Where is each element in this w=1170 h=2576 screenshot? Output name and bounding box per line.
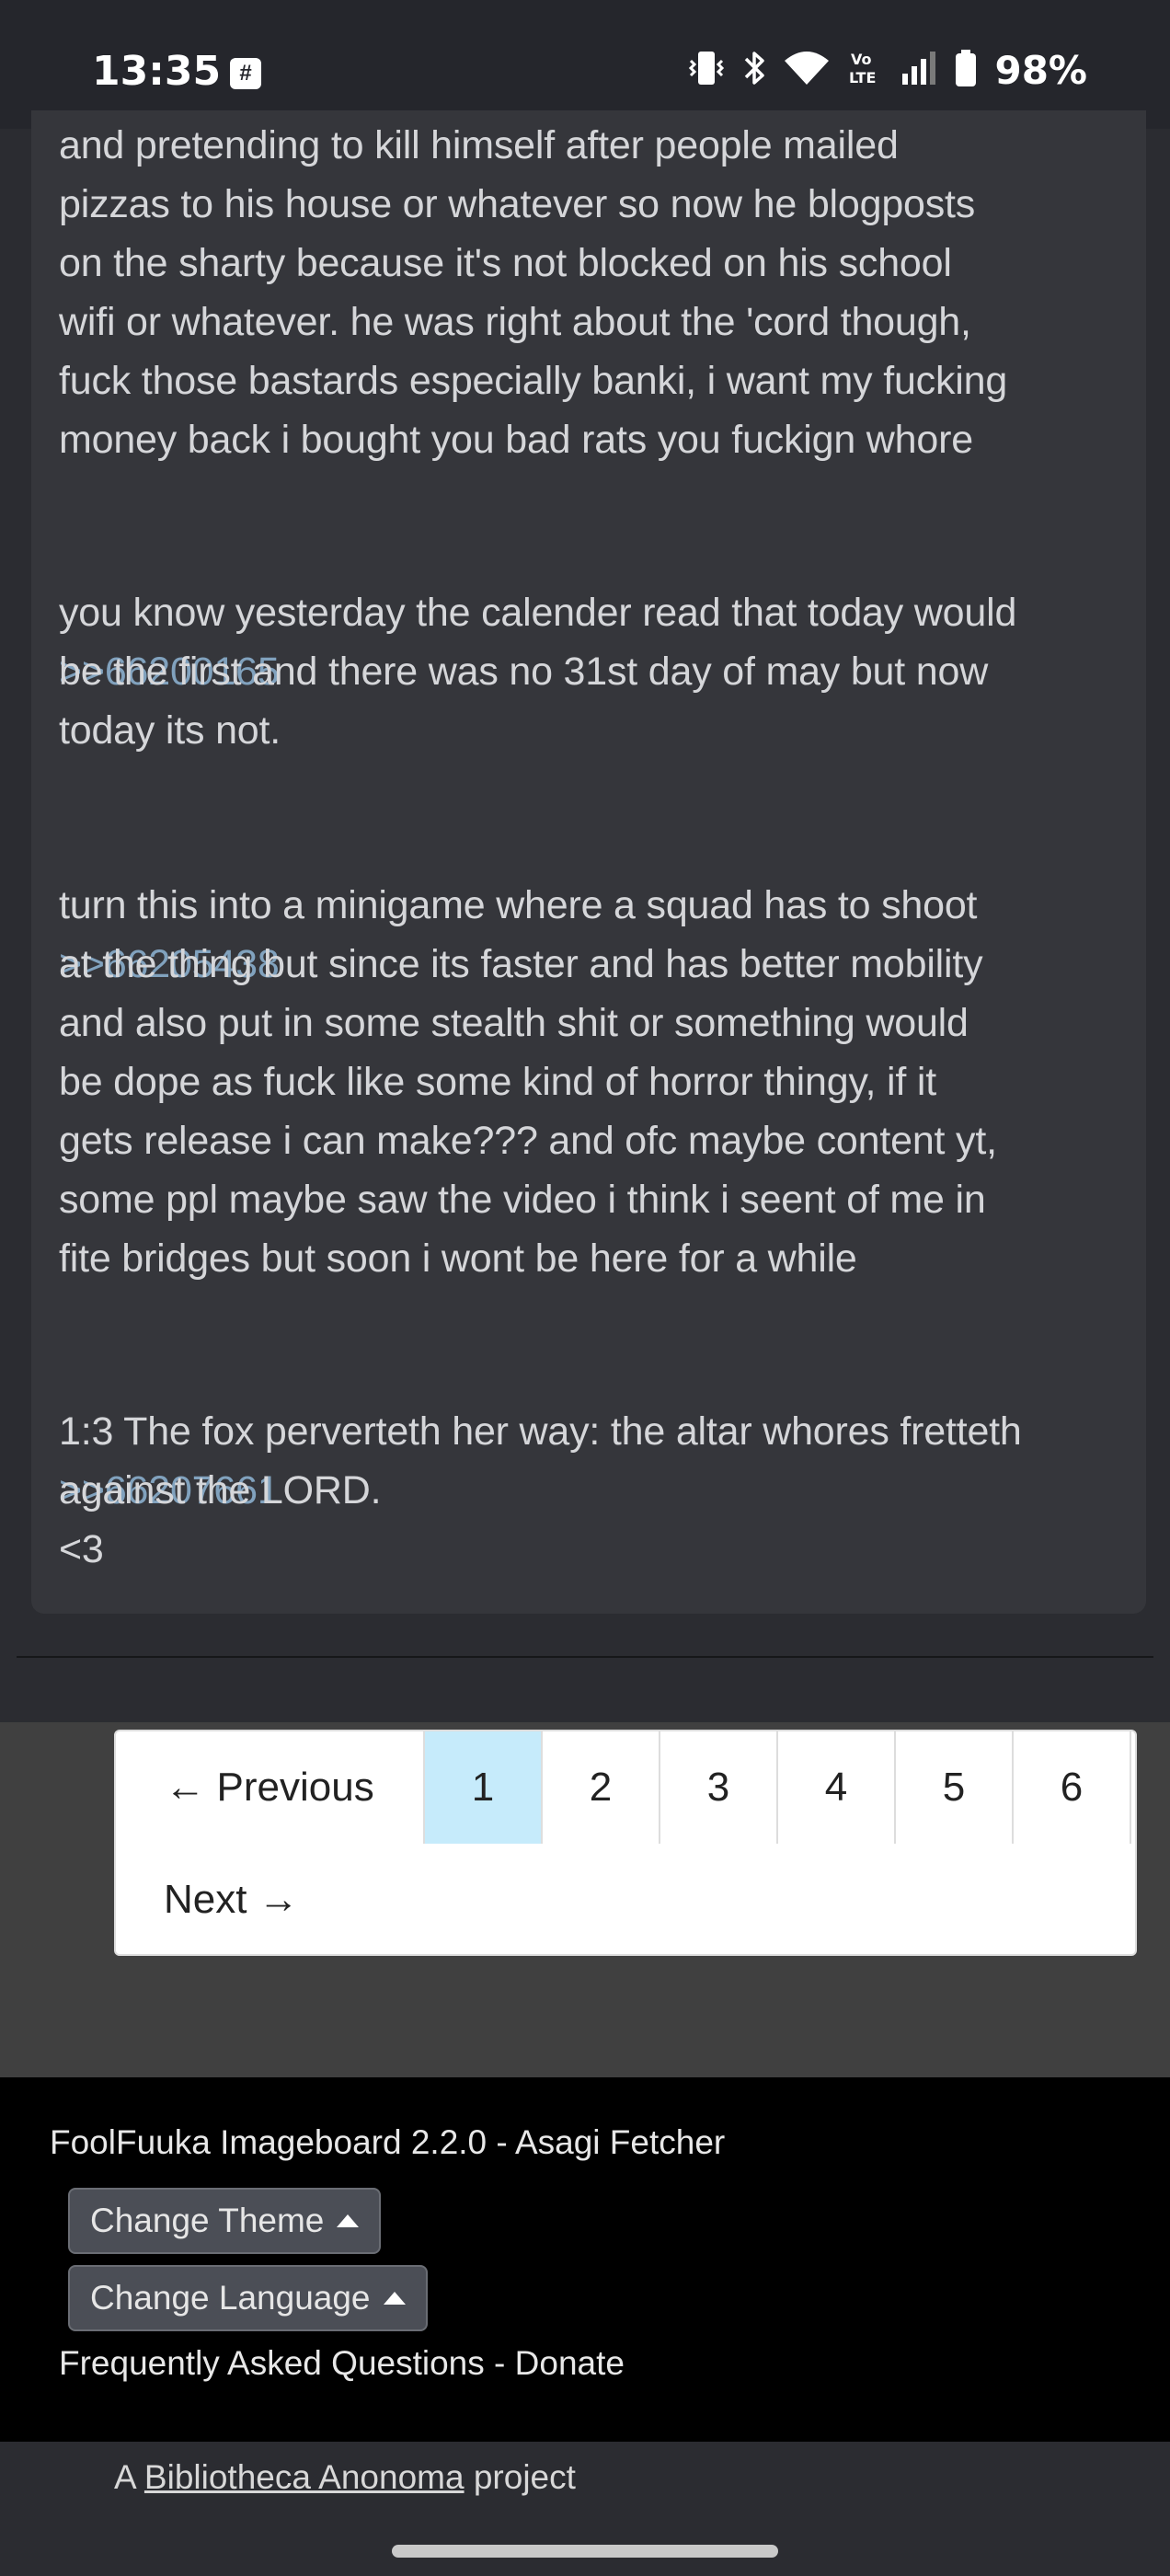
footer-separator: - xyxy=(484,2344,515,2382)
page-5-button[interactable]: 5 xyxy=(896,1731,1014,1844)
page-6-button[interactable]: 6 xyxy=(1014,1731,1131,1844)
battery-icon xyxy=(954,48,978,93)
project-prefix: A xyxy=(114,2458,144,2496)
footer-links: Frequently Asked Questions - Donate xyxy=(59,2344,625,2383)
caret-up-icon xyxy=(337,2214,360,2227)
status-icons: Vo LTE 98% xyxy=(687,48,1087,93)
project-bar: A Bibliotheca Anonoma project xyxy=(0,2442,1170,2524)
post-paragraph: you know yesterday the calender read tha… xyxy=(59,591,1017,753)
hash-notification-icon: # xyxy=(230,58,261,89)
battery-percent: 98% xyxy=(994,48,1087,93)
page-1-button[interactable]: 1 xyxy=(425,1731,543,1844)
post-paragraph: and pretending to kill himself after peo… xyxy=(59,123,1008,462)
change-theme-button[interactable]: Change Theme xyxy=(68,2188,382,2254)
divider xyxy=(17,1656,1153,1658)
page-3-button[interactable]: 3 xyxy=(660,1731,778,1844)
project-suffix: project xyxy=(464,2458,576,2496)
post-paragraph: turn this into a minigame where a squad … xyxy=(59,883,997,1281)
project-credit: A Bibliotheca Anonoma project xyxy=(114,2458,576,2497)
page-2-button[interactable]: 2 xyxy=(543,1731,660,1844)
previous-page-button[interactable]: ← Previous xyxy=(116,1731,425,1844)
svg-text:LTE: LTE xyxy=(849,69,876,86)
status-bar: 13:35 # Vo LTE 98% xyxy=(0,0,1170,129)
footer-credit: FoolFuuka Imageboard 2.2.0 - Asagi Fetch… xyxy=(50,2123,726,2161)
status-time: 13:35 xyxy=(92,48,222,95)
volte-icon: Vo LTE xyxy=(847,48,884,93)
caret-up-icon xyxy=(383,2292,406,2305)
next-page-button[interactable]: Next → xyxy=(164,1844,299,1956)
pagination: ← Previous 1 2 3 4 5 6 Next → xyxy=(114,1730,1137,1956)
post-paragraph: 1:3 The fox perverteth her way: the alta… xyxy=(59,1409,1022,1571)
svg-text:Vo: Vo xyxy=(851,51,872,68)
signal-icon xyxy=(900,48,937,93)
change-language-label: Change Language xyxy=(90,2279,371,2317)
change-language-button[interactable]: Change Language xyxy=(68,2265,428,2331)
vibrate-icon xyxy=(687,48,726,93)
wifi-icon xyxy=(783,48,831,93)
donate-link[interactable]: Donate xyxy=(515,2344,625,2382)
bibliotheca-anonoma-link[interactable]: Bibliotheca Anonoma xyxy=(144,2458,465,2496)
page-4-button[interactable]: 4 xyxy=(778,1731,896,1844)
footer: FoolFuuka Imageboard 2.2.0 - Asagi Fetch… xyxy=(0,2077,1170,2442)
home-indicator[interactable] xyxy=(392,2545,778,2558)
faq-link[interactable]: Frequently Asked Questions xyxy=(59,2344,485,2382)
bluetooth-icon xyxy=(742,48,766,93)
change-theme-label: Change Theme xyxy=(90,2202,325,2239)
